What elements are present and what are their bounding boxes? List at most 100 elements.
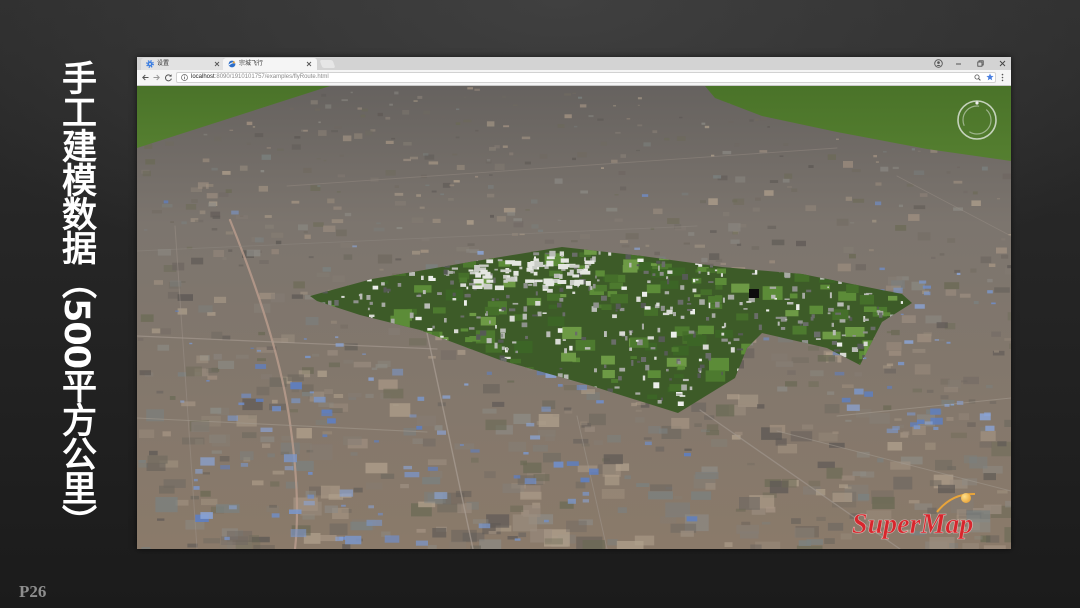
imagery-patch (264, 215, 272, 218)
imagery-patch (989, 401, 997, 404)
building (545, 281, 554, 287)
imagery-patch (836, 218, 849, 226)
building (584, 257, 586, 261)
back-arrow-icon[interactable] (141, 73, 150, 82)
imagery-patch (1007, 312, 1011, 321)
park-patch (700, 289, 712, 296)
imagery-patch (254, 133, 264, 138)
imagery-patch (507, 211, 515, 216)
imagery-patch (877, 458, 884, 463)
forward-arrow-icon[interactable] (152, 73, 161, 82)
park-patch (393, 309, 412, 321)
building (746, 301, 752, 303)
imagery-patch (544, 538, 563, 545)
imagery-patch (694, 244, 705, 248)
tab-close-icon[interactable] (306, 61, 312, 67)
imagery-patch (810, 370, 824, 377)
tab-settings[interactable]: 设置 (141, 58, 225, 70)
building (509, 308, 516, 312)
building (480, 330, 487, 336)
building (581, 337, 587, 341)
imagery-patch (981, 166, 988, 171)
imagery-patch (155, 497, 178, 513)
building (506, 348, 509, 351)
park-patch (822, 331, 841, 340)
info-icon[interactable] (181, 74, 188, 81)
imagery-patch (313, 222, 324, 227)
building (727, 294, 735, 300)
imagery-patch (214, 296, 227, 303)
imagery-patch (139, 429, 155, 438)
building (666, 309, 673, 315)
blue-roof (335, 336, 339, 339)
zoom-icon[interactable] (974, 74, 981, 81)
building (739, 302, 743, 306)
blue-roof (854, 388, 864, 395)
imagery-patch (963, 190, 968, 194)
building (498, 339, 504, 343)
imagery-patch (953, 180, 963, 184)
imagery-patch (710, 230, 717, 233)
imagery-patch (767, 225, 777, 229)
imagery-patch (601, 489, 625, 499)
blue-roof (907, 412, 916, 416)
imagery-patch (322, 267, 331, 272)
account-icon[interactable] (934, 59, 943, 68)
new-tab-button[interactable] (319, 60, 336, 68)
blue-roof (524, 478, 537, 485)
building (698, 263, 703, 267)
park-patch (677, 365, 686, 370)
imagery-patch (701, 257, 708, 263)
imagery-patch (287, 374, 304, 382)
bookmark-star-icon[interactable] (986, 73, 994, 81)
building (857, 343, 864, 349)
blue-roof (241, 393, 252, 398)
imagery-patch (350, 91, 353, 94)
blue-roof (875, 201, 882, 206)
building (636, 264, 640, 267)
imagery-patch (157, 518, 165, 521)
close-window-icon[interactable] (998, 59, 1007, 68)
imagery-patch (715, 404, 735, 417)
imagery-patch (845, 419, 852, 422)
imagery-patch (520, 491, 542, 500)
address-bar[interactable]: localhost:8090/1910101757/examples/flyRo… (176, 72, 996, 83)
imagery-patch (518, 532, 527, 538)
blue-roof (763, 337, 770, 341)
building (702, 344, 709, 350)
imagery-patch (751, 246, 760, 250)
tab-fly-route[interactable]: 宗城飞行 (223, 58, 317, 70)
blue-roof (596, 400, 604, 404)
building (835, 312, 841, 315)
imagery-patch (181, 221, 187, 225)
imagery-patch (487, 193, 495, 198)
building (415, 316, 422, 321)
imagery-patch (296, 428, 312, 439)
imagery-patch (464, 96, 467, 98)
blue-roof (313, 396, 326, 403)
imagery-patch (385, 170, 396, 176)
imagery-patch (198, 305, 213, 313)
reload-icon[interactable] (164, 73, 173, 82)
blue-roof (366, 519, 383, 526)
imagery-patch (213, 353, 222, 360)
minimize-icon[interactable] (954, 59, 963, 68)
building (695, 278, 699, 281)
imagery-patch (365, 393, 374, 399)
tab-close-icon[interactable] (214, 61, 220, 67)
imagery-patch (293, 281, 305, 289)
imagery-patch (394, 91, 399, 95)
blue-roof (200, 512, 213, 519)
imagery-patch (441, 115, 446, 118)
map-canvas[interactable]: SuperMap (137, 86, 1011, 549)
building (478, 264, 489, 267)
blue-roof (434, 492, 448, 499)
url-text[interactable]: localhost:8090/1910101757/examples/flyRo… (191, 73, 329, 82)
imagery-patch (324, 505, 338, 513)
menu-icon[interactable] (998, 73, 1007, 82)
building (641, 323, 644, 330)
building (879, 312, 883, 318)
imagery-patch (818, 432, 838, 442)
restore-icon[interactable] (976, 59, 985, 68)
park-patch (611, 379, 619, 383)
